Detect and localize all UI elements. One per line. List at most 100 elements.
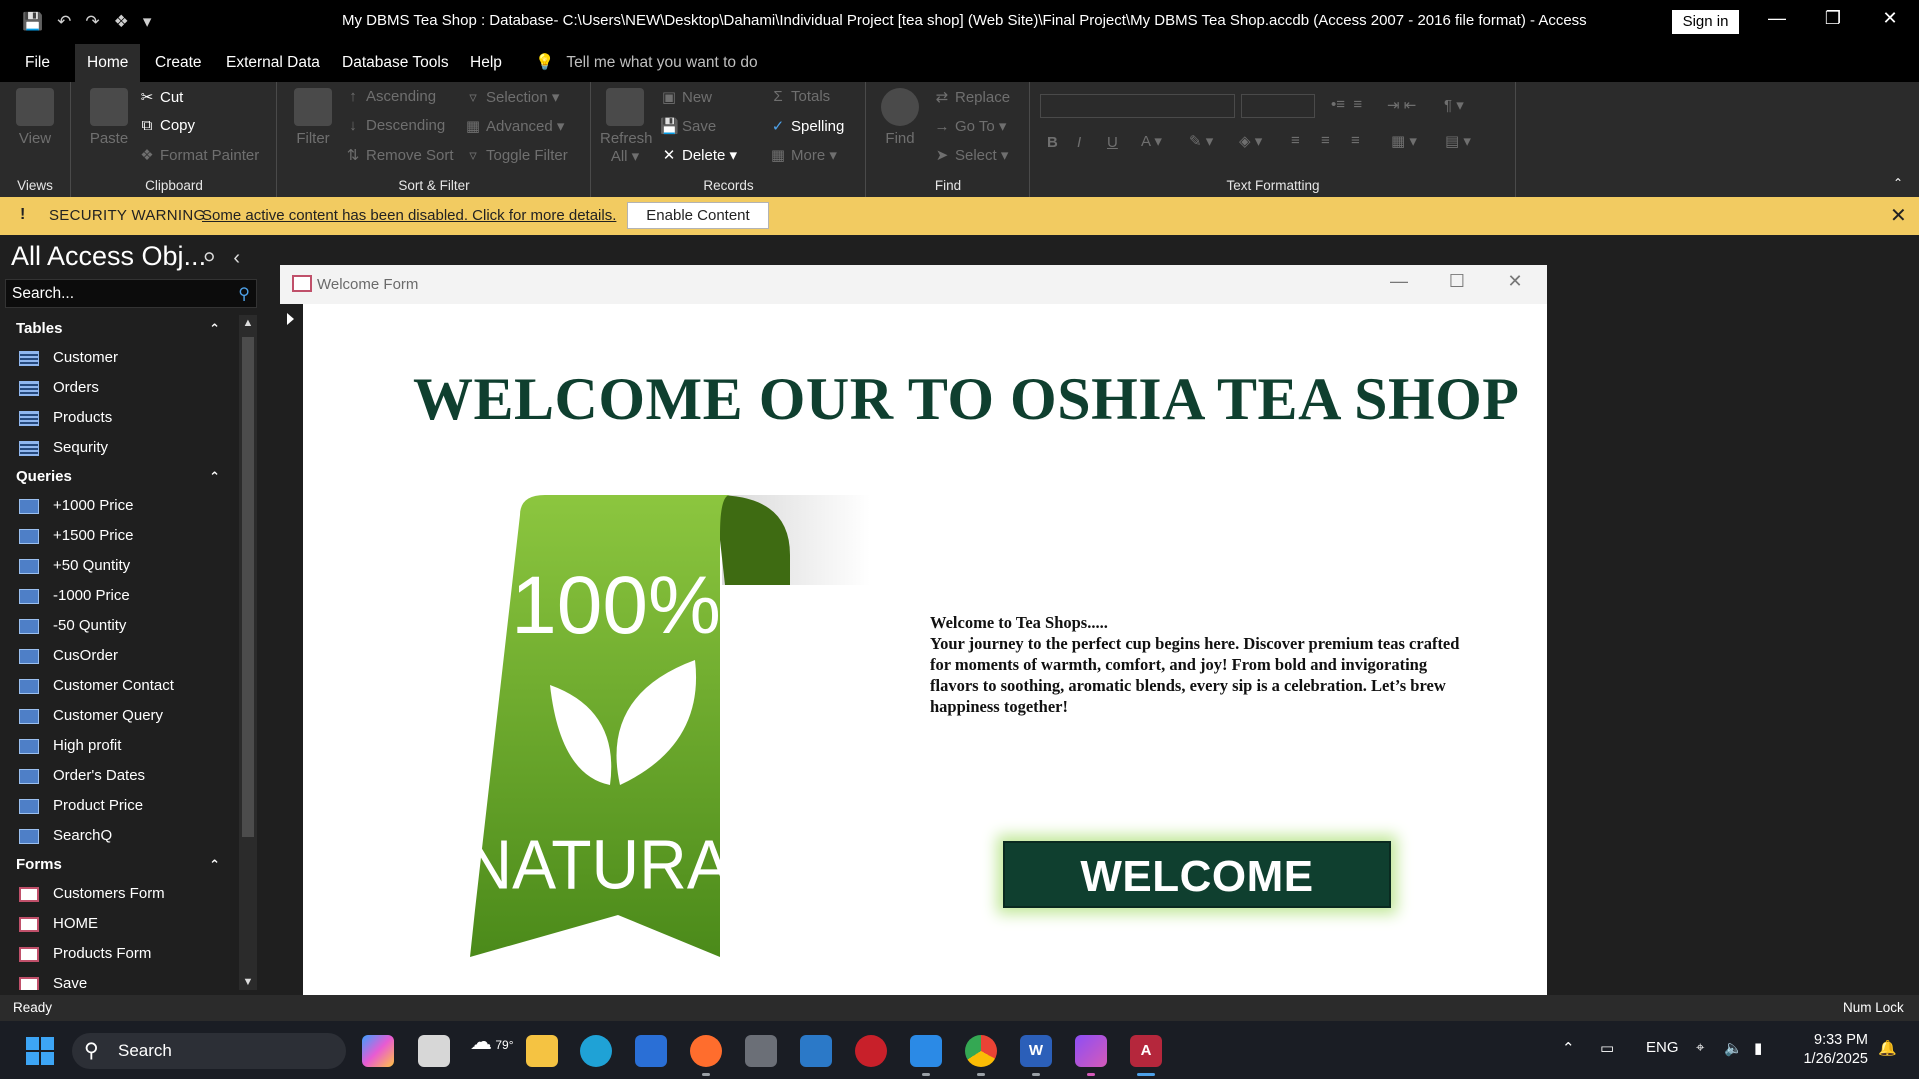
align-left-icon[interactable]: ≡ [1291, 132, 1300, 149]
indent-icon[interactable]: ⇥ ⇤ [1387, 96, 1416, 114]
customize-qat-icon[interactable]: ▾ [143, 12, 152, 32]
scroll-thumb[interactable] [242, 337, 254, 837]
align-center-icon[interactable]: ≡ [1321, 132, 1330, 149]
copilot-icon[interactable] [362, 1035, 394, 1067]
find-button[interactable]: Find [875, 88, 925, 147]
collapse-chevron-icon[interactable]: ⌃ [209, 463, 220, 491]
font-color-button[interactable]: A ▾ [1141, 132, 1162, 150]
nav-item-query[interactable]: +1000 Price [0, 491, 240, 521]
font-size-dropdown[interactable] [1241, 94, 1315, 118]
sign-in-button[interactable]: Sign in [1672, 10, 1739, 34]
underline-button[interactable]: U [1107, 134, 1118, 151]
store-icon[interactable] [635, 1035, 667, 1067]
nav-item-query[interactable]: Customer Query [0, 701, 240, 731]
chrome-icon[interactable] [965, 1035, 997, 1067]
bullets-icon[interactable]: •≡ ≡ [1331, 96, 1362, 113]
more-button[interactable]: ▦ More ▾ [769, 146, 837, 164]
nav-item-query[interactable]: SearchQ [0, 821, 240, 851]
record-selector[interactable] [280, 304, 303, 1021]
format-painter-qat-icon[interactable]: ❖ [114, 12, 129, 32]
shutter-bar-close-icon[interactable]: ‹ [233, 247, 240, 269]
clipchamp-icon[interactable] [1075, 1035, 1107, 1067]
nav-item-table[interactable]: Customer [0, 343, 240, 373]
align-right-icon[interactable]: ≡ [1351, 132, 1360, 149]
nav-scrollbar[interactable]: ▲ ▼ [239, 315, 257, 990]
tab-database-tools[interactable]: Database Tools [330, 44, 461, 82]
system-clock[interactable]: 9:33 PM 1/26/2025 [1796, 1031, 1868, 1069]
firefox-icon[interactable] [690, 1035, 722, 1067]
nav-pane-title[interactable]: All Access Obj... [11, 241, 206, 272]
ascending-button[interactable]: ↑ Ascending [344, 88, 436, 105]
taskbar-search-box[interactable]: ⚲ Search [72, 1033, 346, 1069]
remove-sort-button[interactable]: ⇅ Remove Sort [344, 146, 454, 164]
edge-icon[interactable] [580, 1035, 612, 1067]
cut-button[interactable]: ✂ Cut [138, 88, 184, 106]
word-icon[interactable]: W [1020, 1035, 1052, 1067]
volume-icon[interactable]: 🔈 [1724, 1039, 1743, 1057]
language-indicator[interactable]: ENG [1646, 1039, 1679, 1056]
nav-menu-dropdown-icon[interactable]: ⚪ [201, 247, 218, 269]
delete-record-button[interactable]: ✕ Delete ▾ [660, 146, 737, 164]
search-icon[interactable]: ⚲ [238, 284, 250, 304]
restore-icon[interactable]: ❐ [1818, 8, 1848, 29]
italic-button[interactable]: I [1077, 134, 1081, 151]
defender-icon[interactable] [800, 1035, 832, 1067]
wifi-icon[interactable]: ⌖ [1696, 1039, 1704, 1056]
redo-icon[interactable]: ↷ [85, 12, 99, 32]
security-warning-link[interactable]: Some active content has been disabled. C… [202, 207, 616, 224]
nav-item-form[interactable]: Customers Form [0, 879, 240, 909]
nav-item-form[interactable]: Save [0, 969, 240, 990]
task-view-icon[interactable] [418, 1035, 450, 1067]
refresh-all-button[interactable]: Refresh All ▾ [600, 88, 653, 165]
nav-item-query[interactable]: Order's Dates [0, 761, 240, 791]
fill-color-button[interactable]: ◈ ▾ [1239, 132, 1262, 150]
toggle-filter-button[interactable]: ▿ Toggle Filter [464, 146, 567, 164]
nav-item-query[interactable]: Customer Contact [0, 671, 240, 701]
welcome-button[interactable]: WELCOME [1003, 841, 1391, 908]
tab-create[interactable]: Create [143, 44, 214, 82]
camera-icon[interactable] [745, 1035, 777, 1067]
nav-item-table[interactable]: Orders [0, 373, 240, 403]
form-maximize-icon[interactable]: ☐ [1437, 271, 1477, 292]
nav-section-header[interactable]: Tables ⌃ [0, 315, 240, 343]
security-app-icon[interactable] [855, 1035, 887, 1067]
enable-content-button[interactable]: Enable Content [627, 202, 769, 229]
paragraph-icon[interactable]: ¶ ▾ [1444, 96, 1464, 114]
nav-item-form[interactable]: HOME [0, 909, 240, 939]
windows-start-icon[interactable] [26, 1037, 54, 1065]
nav-item-query[interactable]: High profit [0, 731, 240, 761]
minimize-icon[interactable]: — [1762, 8, 1792, 29]
new-record-button[interactable]: ▣ New [660, 88, 712, 106]
tell-me-box[interactable]: 💡 Tell me what you want to do [535, 44, 758, 82]
nav-section-header[interactable]: Forms ⌃ [0, 851, 240, 879]
scroll-up-icon[interactable]: ▲ [239, 317, 257, 329]
alternate-row-color-icon[interactable]: ▤ ▾ [1445, 132, 1471, 150]
scroll-down-icon[interactable]: ▼ [239, 976, 257, 988]
nav-section-header[interactable]: Queries ⌃ [0, 463, 240, 491]
font-name-dropdown[interactable] [1040, 94, 1235, 118]
bold-button[interactable]: B [1047, 134, 1058, 151]
nav-item-query[interactable]: -50 Quntity [0, 611, 240, 641]
nav-item-table[interactable]: Products [0, 403, 240, 433]
nav-item-query[interactable]: -1000 Price [0, 581, 240, 611]
view-button[interactable]: View [10, 88, 60, 147]
collapse-chevron-icon[interactable]: ⌃ [209, 851, 220, 879]
collapse-chevron-icon[interactable]: ⌃ [209, 315, 220, 343]
selection-button[interactable]: ▿ Selection ▾ [464, 88, 559, 106]
show-hidden-icons[interactable]: ⌃ [1562, 1039, 1575, 1057]
advanced-button[interactable]: ▦ Advanced ▾ [464, 117, 565, 135]
nav-item-query[interactable]: +1500 Price [0, 521, 240, 551]
battery-icon[interactable]: ▮ [1754, 1039, 1762, 1057]
paste-button[interactable]: Paste [84, 88, 134, 147]
form-close-icon[interactable]: ✕ [1495, 271, 1535, 292]
copy-button[interactable]: ⧉ Copy [138, 117, 195, 134]
nav-item-form[interactable]: Products Form [0, 939, 240, 969]
filter-button[interactable]: Filter [288, 88, 338, 147]
undo-icon[interactable]: ↶ [57, 12, 71, 32]
highlight-button[interactable]: ✎ ▾ [1189, 132, 1213, 150]
spelling-button[interactable]: ✓ Spelling [769, 117, 845, 135]
select-button[interactable]: ➤ Select ▾ [933, 146, 1009, 164]
goto-button[interactable]: → Go To ▾ [933, 117, 1007, 135]
descending-button[interactable]: ↓ Descending [344, 117, 445, 134]
access-icon[interactable]: A [1130, 1035, 1162, 1067]
